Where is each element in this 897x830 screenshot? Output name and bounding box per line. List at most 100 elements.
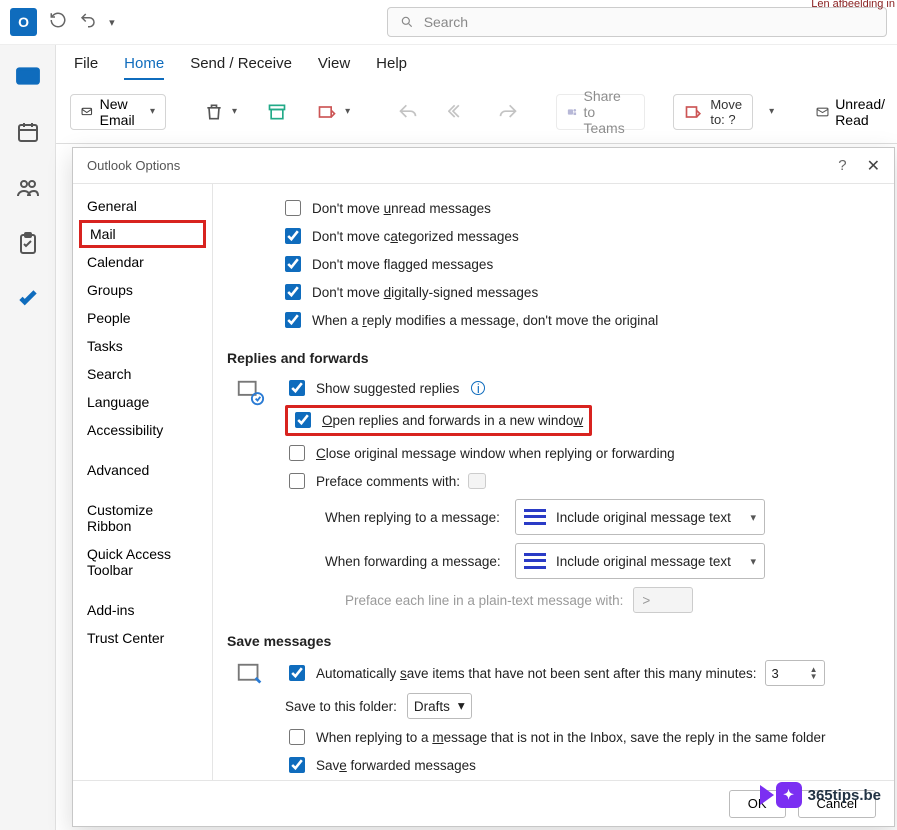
- search-placeholder: Search: [424, 14, 468, 30]
- reply-all-button[interactable]: [438, 94, 478, 130]
- dont-move-categorized-label: Don't move categorized messages: [312, 229, 519, 244]
- preface-comments-input: [468, 473, 486, 489]
- open-new-window-highlight: Open replies and forwards in a new windo…: [285, 405, 592, 436]
- people-rail-icon[interactable]: [15, 175, 41, 201]
- truncated-header-text: Len afbeelding in: [811, 0, 895, 10]
- tab-help[interactable]: Help: [376, 55, 407, 80]
- when-forwarding-value: Include original message text: [556, 554, 731, 569]
- outlook-logo-icon: O: [10, 8, 37, 36]
- sidebar-item-calendar[interactable]: Calendar: [73, 248, 212, 276]
- replies-forwards-heading: Replies and forwards: [227, 350, 872, 366]
- chevron-down-icon: ▾: [150, 106, 155, 117]
- reply-modifies-label: When a reply modifies a message, don't m…: [312, 313, 658, 328]
- autosave-minutes-spinner[interactable]: 3▲▼: [765, 660, 825, 686]
- delete-button[interactable]: ▾: [194, 94, 247, 130]
- brand-text: 365tips.be: [808, 787, 881, 804]
- preface-line-label: Preface each line in a plain-text messag…: [345, 593, 623, 608]
- ribbon-tabs: File Home Send / Receive View Help: [56, 45, 897, 86]
- reply-not-inbox-checkbox[interactable]: [289, 729, 305, 745]
- undo-icon[interactable]: [79, 11, 97, 34]
- dont-move-flagged-label: Don't move flagged messages: [312, 257, 493, 272]
- left-nav-rail: [0, 45, 56, 830]
- autosave-label: Automatically save items that have not b…: [316, 666, 757, 681]
- dont-move-digitally-checkbox[interactable]: [285, 284, 301, 300]
- move-to-dropdown[interactable]: Move to: ?: [673, 94, 753, 130]
- tab-home[interactable]: Home: [124, 55, 164, 80]
- sidebar-item-trust-center[interactable]: Trust Center: [73, 624, 212, 652]
- qat-more-icon[interactable]: ▾: [109, 16, 115, 29]
- suggested-replies-label: Show suggested replies: [316, 381, 459, 396]
- new-email-button[interactable]: New Email ▾: [70, 94, 166, 130]
- forward-button[interactable]: [488, 94, 528, 130]
- close-icon[interactable]: ✕: [867, 156, 880, 176]
- title-bar: O ▾ Search: [0, 0, 897, 45]
- sidebar-item-language[interactable]: Language: [73, 388, 212, 416]
- close-original-label: Close original message window when reply…: [316, 446, 675, 461]
- sidebar-item-search[interactable]: Search: [73, 360, 212, 388]
- dialog-content[interactable]: Don't move unread messages Don't move ca…: [213, 184, 894, 780]
- when-forwarding-select[interactable]: Include original message text▾: [515, 543, 765, 579]
- dont-move-categorized-checkbox[interactable]: [285, 228, 301, 244]
- save-forwarded-checkbox[interactable]: [289, 757, 305, 773]
- dont-move-unread-checkbox[interactable]: [285, 200, 301, 216]
- new-email-label: New Email: [100, 96, 142, 128]
- reply-modifies-checkbox[interactable]: [285, 312, 301, 328]
- dont-move-unread-label: Don't move unread messages: [312, 201, 491, 216]
- dont-move-flagged-checkbox[interactable]: [285, 256, 301, 272]
- save-folder-select[interactable]: Drafts▾: [407, 693, 472, 719]
- sidebar-item-people[interactable]: People: [73, 304, 212, 332]
- autosave-checkbox[interactable]: [289, 665, 305, 681]
- save-folder-value: Drafts: [414, 699, 450, 714]
- unread-read-button[interactable]: Unread/ Read: [806, 94, 897, 130]
- brand-watermark: ✦365tips.be: [760, 782, 881, 808]
- dialog-title: Outlook Options: [87, 158, 180, 173]
- close-original-checkbox[interactable]: [289, 445, 305, 461]
- preface-comments-label: Preface comments with:: [316, 474, 460, 489]
- tasks-rail-icon[interactable]: [15, 231, 41, 257]
- share-to-teams-button[interactable]: Share to Teams: [556, 94, 645, 130]
- suggested-replies-checkbox[interactable]: [289, 380, 305, 396]
- move-to-more-button[interactable]: ▾: [763, 94, 778, 130]
- save-messages-heading: Save messages: [227, 633, 872, 649]
- open-new-window-label: Open replies and forwards in a new windo…: [322, 413, 583, 428]
- preface-comments-checkbox[interactable]: [289, 473, 305, 489]
- tab-file[interactable]: File: [74, 55, 98, 80]
- dialog-titlebar: Outlook Options ? ✕: [73, 148, 894, 184]
- sidebar-item-accessibility[interactable]: Accessibility: [73, 416, 212, 444]
- todo-rail-icon[interactable]: [15, 287, 41, 313]
- unread-read-label: Unread/ Read: [835, 96, 892, 128]
- sidebar-item-addins[interactable]: Add-ins: [73, 596, 212, 624]
- help-icon[interactable]: ?: [838, 157, 846, 174]
- move-button[interactable]: ▾: [307, 94, 360, 130]
- sidebar-item-general[interactable]: General: [73, 192, 212, 220]
- reply-button[interactable]: [388, 94, 428, 130]
- ribbon: New Email ▾ ▾ ▾ Share to Teams Move to: …: [56, 86, 897, 144]
- dont-move-digitally-label: Don't move digitally-signed messages: [312, 285, 538, 300]
- tab-send-receive[interactable]: Send / Receive: [190, 55, 292, 80]
- when-replying-select[interactable]: Include original message text▾: [515, 499, 765, 535]
- save-folder-label: Save to this folder:: [285, 699, 397, 714]
- mail-rail-icon[interactable]: [15, 63, 41, 89]
- calendar-rail-icon[interactable]: [15, 119, 41, 145]
- sidebar-item-qat[interactable]: Quick Access Toolbar: [73, 540, 212, 584]
- move-to-label: Move to: ?: [710, 97, 742, 127]
- refresh-icon[interactable]: [49, 11, 67, 34]
- preface-line-input: [633, 587, 693, 613]
- tab-view[interactable]: View: [318, 55, 350, 80]
- sidebar-item-advanced[interactable]: Advanced: [73, 456, 212, 484]
- sidebar-item-customize-ribbon[interactable]: Customize Ribbon: [73, 496, 212, 540]
- autosave-minutes-value: 3: [772, 666, 779, 681]
- archive-button[interactable]: [257, 94, 297, 130]
- search-input[interactable]: Search: [387, 7, 887, 37]
- replies-section-icon: [235, 378, 265, 408]
- sidebar-item-mail[interactable]: Mail: [79, 220, 206, 248]
- open-new-window-checkbox[interactable]: [295, 412, 311, 428]
- save-section-icon: [235, 661, 265, 691]
- save-forwarded-label: Save forwarded messages: [316, 758, 476, 773]
- sidebar-item-groups[interactable]: Groups: [73, 276, 212, 304]
- share-teams-label: Share to Teams: [583, 88, 634, 136]
- reply-not-inbox-label: When replying to a message that is not i…: [316, 730, 826, 745]
- dialog-sidebar: General Mail Calendar Groups People Task…: [73, 184, 213, 780]
- sidebar-item-tasks[interactable]: Tasks: [73, 332, 212, 360]
- info-icon[interactable]: i: [471, 381, 485, 395]
